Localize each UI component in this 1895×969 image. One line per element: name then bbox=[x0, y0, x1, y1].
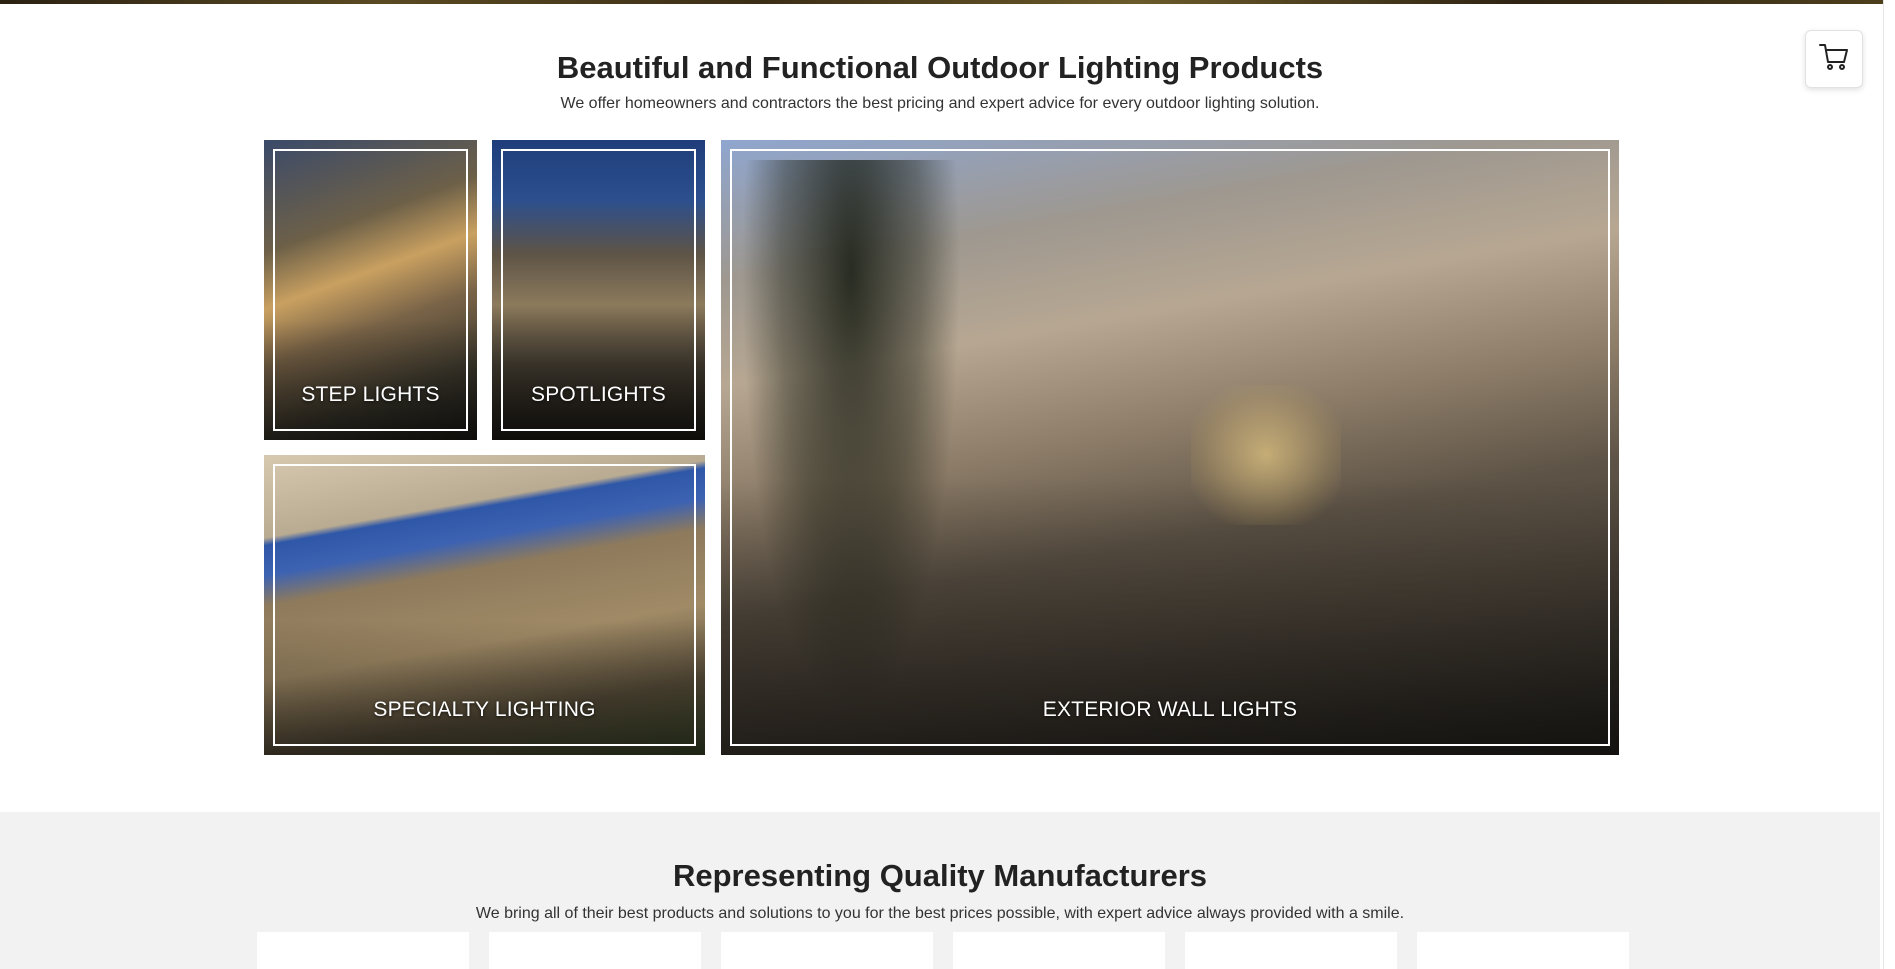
tile-exterior-wall-lights[interactable]: EXTERIOR WALL LIGHTS bbox=[721, 140, 1619, 755]
products-subtitle: We offer homeowners and contractors the … bbox=[560, 95, 1320, 112]
manufacturer-card[interactable] bbox=[257, 932, 469, 969]
tile-frame bbox=[730, 149, 1610, 746]
scrollbar[interactable] bbox=[1883, 0, 1895, 969]
cart-button[interactable] bbox=[1805, 30, 1863, 88]
manufacturer-card[interactable] bbox=[953, 932, 1165, 969]
manufacturers-section: Representing Quality Manufacturers We br… bbox=[0, 812, 1880, 969]
tile-label: STEP LIGHTS bbox=[301, 383, 440, 406]
manufacturer-card[interactable] bbox=[721, 932, 933, 969]
manufacturer-card[interactable] bbox=[1417, 932, 1629, 969]
manufacturers-subtitle: We bring all of their best products and … bbox=[475, 905, 1405, 922]
tile-label: SPOTLIGHTS bbox=[530, 383, 667, 406]
tile-specialty-lighting[interactable]: SPECIALTY LIGHTING bbox=[264, 455, 705, 755]
manufacturer-card[interactable] bbox=[489, 932, 701, 969]
manufacturer-card[interactable] bbox=[1185, 932, 1397, 969]
tile-label: EXTERIOR WALL LIGHTS bbox=[1042, 698, 1298, 721]
tile-spotlights[interactable]: SPOTLIGHTS bbox=[492, 140, 705, 440]
tile-label: SPECIALTY LIGHTING bbox=[373, 698, 596, 721]
manufacturers-title: Representing Quality Manufacturers bbox=[672, 858, 1207, 893]
tile-step-lights[interactable]: STEP LIGHTS bbox=[264, 140, 477, 440]
products-title: Beautiful and Functional Outdoor Lightin… bbox=[556, 50, 1324, 85]
cart-icon bbox=[1818, 42, 1850, 77]
